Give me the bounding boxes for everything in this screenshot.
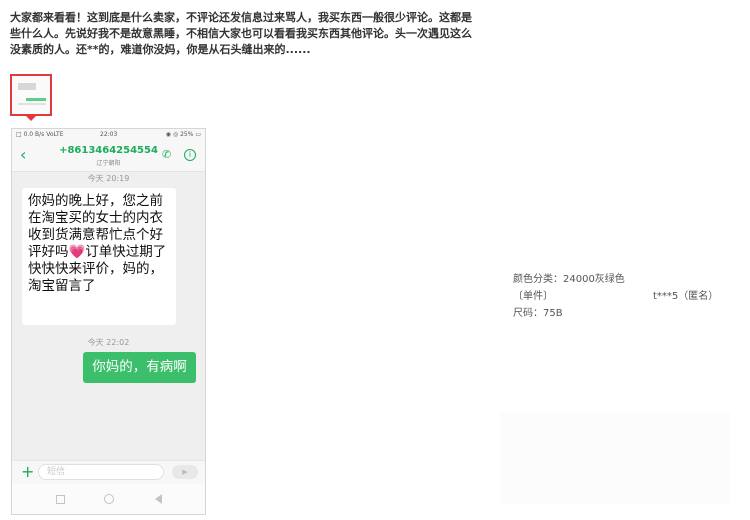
thumbnail-selected-arrow-icon (26, 116, 36, 121)
phone-status-bar: □ 0.0 B/s VoLTE 22:03 ◉ ◎ 25% ▭ (12, 129, 205, 141)
status-network: □ 0.0 B/s VoLTE (16, 131, 64, 138)
home-circle-icon (104, 494, 114, 504)
phone-icon: ✆ (162, 148, 172, 161)
reviewer-name: t***5（匿名） (653, 291, 719, 302)
outgoing-message-bubble: 你妈的，有病啊 (83, 352, 196, 383)
android-nav-bar (12, 484, 205, 514)
order-unit: 〔单件〕 (513, 291, 553, 302)
message-timestamp: 今天 22:02 (87, 338, 130, 347)
message-timestamp: 今天 20:19 (87, 174, 130, 183)
status-battery: ◉ ◎ 25% ▭ (165, 131, 201, 138)
status-time: 22:03 (100, 131, 118, 138)
thumbnail-green-bar (26, 98, 46, 101)
plus-icon: + (21, 462, 35, 481)
review-image-preview: □ 0.0 B/s VoLTE 22:03 ◉ ◎ 25% ▭ ‹ +86134… (11, 128, 206, 515)
sms-input (38, 464, 164, 480)
send-icon: ▶ (172, 465, 198, 479)
message-input-bar: + ▶ (12, 460, 205, 484)
sender-number: +8613464254554 (59, 145, 158, 156)
review-text: 大家都来看看！这到底是什么卖家，不评论还发信息过来骂人，我买东西一般很少评论。这… (10, 11, 472, 56)
thumbnail-text-line (18, 103, 46, 105)
review-image-thumbnail[interactable] (10, 74, 52, 116)
order-color-classification: 颜色分类：24000灰绿色 (513, 274, 625, 285)
sender-region: 辽宁朝阳 (96, 160, 121, 167)
thumbnail-text-line (18, 83, 36, 90)
incoming-message-bubble: 你妈的晚上好，您之前在淘宝买的女士的内衣收到货满意帮忙点个好评好吗💗订单快过期了… (22, 188, 176, 325)
faint-background-area (500, 412, 730, 504)
back-triangle-icon (155, 494, 162, 504)
order-size: 尺码：75B (513, 308, 563, 319)
conversation-header: ‹ +8613464254554 辽宁朝阳 ✆ i (12, 141, 205, 172)
recents-square-icon (56, 495, 65, 504)
info-icon: i (184, 149, 196, 161)
